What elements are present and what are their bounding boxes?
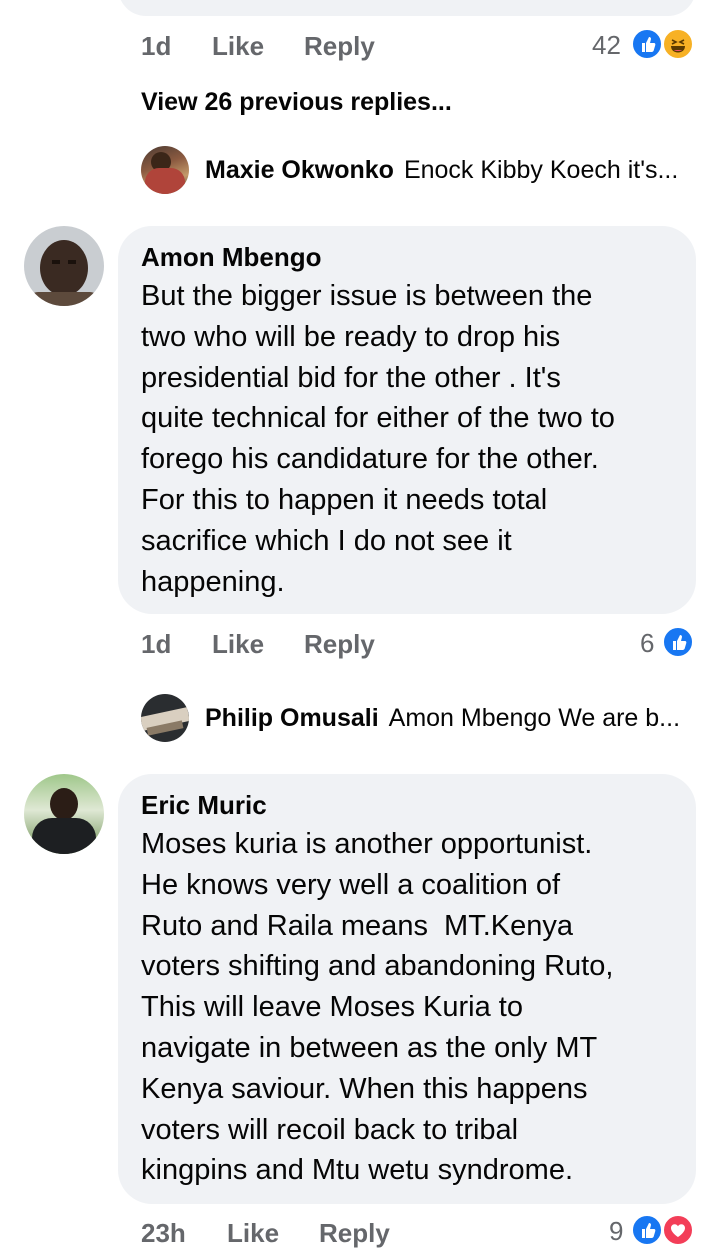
top-comment-reply-button[interactable]: Reply <box>304 31 375 62</box>
top-comment-bubble <box>118 0 696 16</box>
like-icon[interactable] <box>662 626 694 658</box>
comment-line: voters shifting and abandoning Ruto, <box>141 950 614 983</box>
reply-preview-maxie[interactable]: Maxie Okwonko Enock Kibby Koech it's... <box>205 156 678 185</box>
like-icon[interactable] <box>631 1214 663 1246</box>
comment-line: quite technical for either of the two to <box>141 402 615 435</box>
top-comment-reaction-count[interactable]: 42 <box>592 30 621 61</box>
comment-line: navigate in between as the only MT <box>141 1031 598 1064</box>
reply-button[interactable]: Reply <box>319 1218 390 1249</box>
comment-line: presidential bid for the other . It's <box>141 361 561 394</box>
reply-button[interactable]: Reply <box>304 629 375 660</box>
comment-line: sacrifice which I do not see it <box>141 524 512 557</box>
reply-author[interactable]: Maxie Okwonko <box>205 156 394 185</box>
comment-text: But the bigger issue is between the two … <box>141 276 615 602</box>
like-icon[interactable] <box>631 28 663 60</box>
top-comment-time[interactable]: 1d <box>141 31 171 62</box>
avatar[interactable] <box>24 774 104 854</box>
comment-line: For this to happen it needs total <box>141 483 548 516</box>
haha-icon[interactable] <box>662 28 694 60</box>
reply-preview-philip[interactable]: Philip Omusali Amon Mbengo We are b... <box>205 704 680 733</box>
comment-line: voters will recoil back to tribal <box>141 1113 519 1146</box>
comment-time[interactable]: 23h <box>141 1218 186 1249</box>
reply-snippet: Enock Kibby Koech it's... <box>403 156 679 184</box>
comment-line: happening. <box>141 565 285 598</box>
avatar[interactable] <box>24 226 104 306</box>
comment-time[interactable]: 1d <box>141 629 171 660</box>
comment-line: He knows very well a coalition of <box>141 868 561 901</box>
avatar[interactable] <box>141 146 189 194</box>
comment-line: This will leave Moses Kuria to <box>141 991 523 1024</box>
like-button[interactable]: Like <box>227 1218 279 1249</box>
love-icon[interactable] <box>662 1214 694 1246</box>
top-comment-like-button[interactable]: Like <box>212 31 264 62</box>
reply-snippet: Amon Mbengo We are b... <box>388 704 681 732</box>
reaction-count[interactable]: 9 <box>609 1216 623 1247</box>
comment-line: Moses kuria is another opportunist. <box>141 828 593 860</box>
comment-line: Kenya saviour. When this happens <box>141 1072 588 1105</box>
comment-line: Ruto and Raila means MT.Kenya <box>141 909 573 942</box>
comment-line: two who will be ready to drop his <box>141 320 561 353</box>
comment-line: kingpins and Mtu wetu syndrome. <box>141 1154 573 1187</box>
comment-bubble: Amon Mbengo But the bigger issue is betw… <box>118 226 696 614</box>
comment-author[interactable]: Eric Muric <box>141 790 267 821</box>
view-previous-replies-link[interactable]: View 26 previous replies... <box>141 88 452 117</box>
comment-text: Moses kuria is another opportunist. He k… <box>141 824 613 1191</box>
comment-line: forego his candidature for the other. <box>141 443 599 476</box>
reply-author[interactable]: Philip Omusali <box>205 704 379 733</box>
avatar[interactable] <box>141 694 189 742</box>
like-button[interactable]: Like <box>212 629 264 660</box>
comment-line: But the bigger issue is between the <box>141 280 593 312</box>
comment-author[interactable]: Amon Mbengo <box>141 242 322 273</box>
reaction-count[interactable]: 6 <box>640 628 654 659</box>
comment-bubble: Eric Muric Moses kuria is another opport… <box>118 774 696 1204</box>
